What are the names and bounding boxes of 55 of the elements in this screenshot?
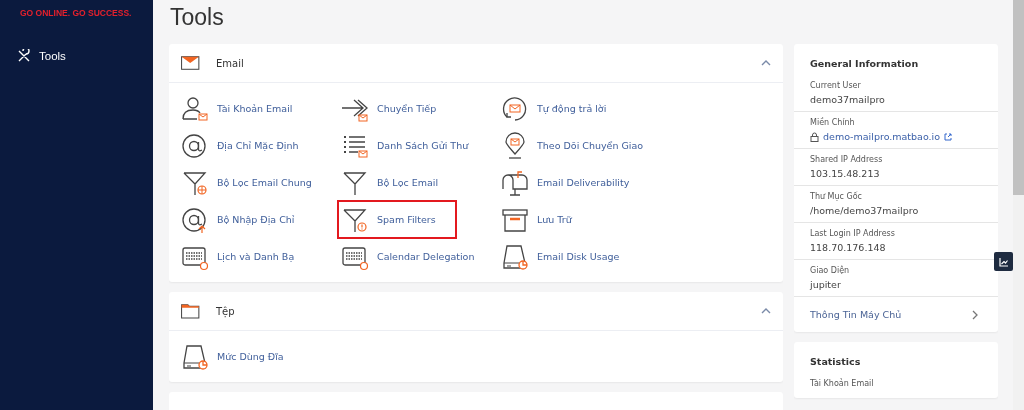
info-label: Tài Khoản Email <box>810 379 875 388</box>
section-title: Tệp <box>216 305 236 317</box>
disk-usage-icon <box>181 342 209 371</box>
info-label: Shared IP Address <box>810 155 884 164</box>
tool-link[interactable]: Địa Chỉ Mặc Định <box>178 127 302 164</box>
card-title: Statistics <box>809 355 862 369</box>
chart-button[interactable] <box>994 252 1013 271</box>
section-header[interactable]: Tệp <box>169 292 783 331</box>
info-value: 103.15.48.213 <box>810 168 881 179</box>
tool-link[interactable]: Bộ Lọc Email Chung <box>178 164 315 201</box>
tool-link[interactable]: Danh Sách Gửi Thư <box>338 127 472 164</box>
logo-tagline: GO ONLINE. GO SUCCESS. <box>19 8 133 18</box>
tool-link[interactable]: Email Deliverability <box>498 164 633 201</box>
server-info-link[interactable]: Thông Tin Máy Chủ <box>794 297 998 332</box>
info-value: /home/demo37mailpro <box>810 205 920 216</box>
user-mail-icon <box>181 94 209 123</box>
card-title: General Information <box>809 57 920 71</box>
info-value: 118.70.176.148 <box>810 242 887 253</box>
chart-icon <box>998 256 1009 267</box>
info-label: Last Login IP Address <box>810 229 896 238</box>
sidebar-item[interactable]: Tools <box>0 49 153 63</box>
tool-link[interactable]: Theo Dõi Chuyển Giao <box>498 127 647 164</box>
scrollbar-thumb[interactable] <box>1013 0 1024 195</box>
info-label: Giao Diện <box>810 266 851 275</box>
tool-link[interactable]: Email Disk Usage <box>498 238 623 275</box>
tool-link[interactable]: Calendar Delegation <box>338 238 478 275</box>
mailbox-icon <box>501 168 529 197</box>
section-header[interactable]: Email <box>169 44 783 83</box>
external-link-icon <box>944 132 953 141</box>
info-value: jupiter <box>810 279 842 290</box>
page-title: Tools <box>170 4 225 31</box>
tool-link[interactable]: Bộ Nhập Địa Chỉ <box>178 201 298 238</box>
lock-icon <box>810 131 819 142</box>
tool-link[interactable]: Chuyển Tiếp <box>338 90 440 127</box>
tool-link[interactable]: Mức Dùng Đĩa <box>178 338 287 375</box>
info-label: Miền Chính <box>810 118 856 127</box>
info-label: Current User <box>810 81 862 90</box>
domain-link[interactable]: demo-mailpro.matbao.io <box>823 131 941 142</box>
tool-link[interactable]: Lưu Trữ <box>498 201 575 238</box>
chevron-up-icon <box>761 308 771 314</box>
auto-reply-icon <box>501 94 529 123</box>
tool-link[interactable]: Tài Khoản Email <box>178 90 296 127</box>
at-sign-icon <box>181 131 209 160</box>
tools-icon <box>17 49 31 63</box>
tool-link[interactable]: Lịch và Danh Bạ <box>178 238 298 275</box>
disk-usage-icon <box>501 242 529 271</box>
scrollbar[interactable] <box>1013 0 1024 410</box>
section-title: Email <box>216 57 245 69</box>
chevron-up-icon <box>761 60 771 66</box>
info-label: Thư Mục Gốc <box>810 192 863 201</box>
tool-link[interactable]: Spam Filters <box>338 201 456 238</box>
chevron-right-icon <box>972 309 978 320</box>
tool-link[interactable]: Tự động trả lời <box>498 90 610 127</box>
tool-link[interactable]: Bộ Lọc Email <box>338 164 442 201</box>
info-value: demo37mailpro <box>810 94 886 105</box>
